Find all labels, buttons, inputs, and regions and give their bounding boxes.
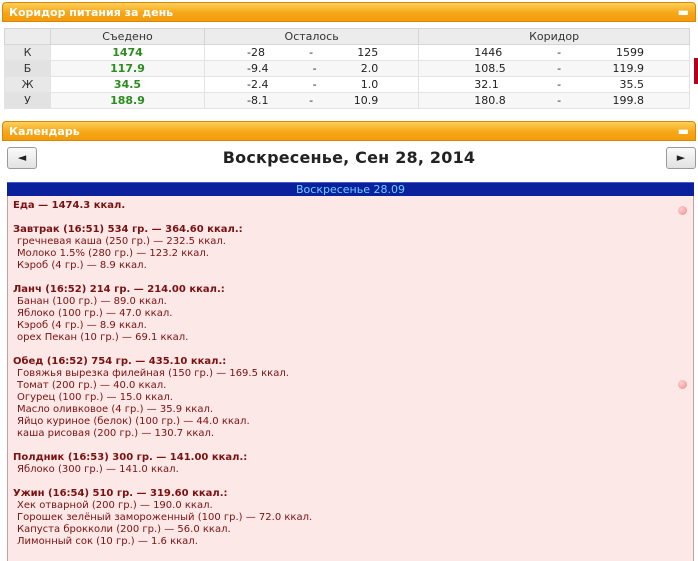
meal-list: Еда — 1474.3 ккал. Завтрак (16:51) 534 г… (13, 200, 312, 548)
meal-item[interactable]: Хек отварной (200 гр.) — 190.0 ккал. (13, 500, 312, 512)
eaten-value: 1474 (50, 44, 205, 61)
meal-item[interactable]: Яблоко (100 гр.) — 47.0 ккал. (13, 308, 312, 320)
calendar-panel-header: Календарь ▬ (2, 121, 696, 141)
meal-item[interactable]: Говяжья вырезка филейная (150 гр.) — 169… (13, 368, 312, 380)
meal-item[interactable]: Лимонный сок (10 гр.) — 1.6 ккал. (13, 536, 312, 548)
day-bar[interactable]: Воскресенье 28.09 (7, 182, 694, 196)
table-row: У 188.9 -8.1 - 10.9 180.8 - 199.8 (4, 92, 690, 109)
left-range: -2.4 - 1.0 (203, 76, 420, 93)
meal-block: Обед (16:52) 754 гр. — 435.10 ккал.: Говя… (13, 356, 312, 440)
meal-item[interactable]: гречневая каша (250 гр.) — 232.5 ккал. (13, 236, 312, 248)
range-separator: - (557, 78, 562, 91)
range-separator: - (309, 94, 314, 107)
table-row: Ж 34.5 -2.4 - 1.0 32.1 - 35.5 (4, 76, 690, 93)
left-range: -28 - 125 (203, 44, 420, 61)
next-day-button[interactable]: ► (666, 147, 696, 169)
eaten-value: 34.5 (50, 76, 205, 93)
meal-header[interactable]: Ужин (16:54) 510 гр. — 319.60 ккал.: (13, 488, 312, 500)
left-min: -9.4 (247, 62, 269, 75)
range-separator: - (557, 62, 562, 75)
corridor-range: 180.8 - 199.8 (418, 92, 690, 109)
corridor-max: 35.5 (619, 78, 645, 91)
left-max: 125 (357, 46, 379, 59)
meal-header[interactable]: Обед (16:52) 754 гр. — 435.10 ккал.: (13, 356, 312, 368)
corridor-max: 1599 (616, 46, 644, 59)
row-label: Б (4, 60, 51, 77)
meal-header[interactable]: Ланч (16:52) 214 гр. — 214.00 ккал.: (13, 284, 312, 296)
corridor-min: 32.1 (474, 78, 499, 91)
left-min: -2.4 (247, 78, 269, 91)
row-label-header (4, 28, 51, 45)
eaten-header: Съедено (50, 28, 205, 45)
corridor-range: 1446 - 1599 (418, 44, 690, 61)
left-range: -8.1 - 10.9 (203, 92, 420, 109)
meal-header[interactable]: Полдник (16:53) 300 гр. — 141.00 ккал.: (13, 452, 312, 464)
calendar-date-title: Воскресенье, Сен 28, 2014 (222, 148, 476, 167)
nutrition-table: Съедено Осталось Коридор К 1474 -28 - 125 144… (4, 28, 690, 109)
meal-item[interactable]: орех Пекан (10 гр.) — 69.1 ккал. (13, 332, 312, 344)
corridor-max: 119.9 (612, 62, 645, 75)
meal-block: Ужин (16:54) 510 гр. — 319.60 ккал.: Хек … (13, 488, 312, 548)
meal-item[interactable]: Банан (100 гр.) — 89.0 ккал. (13, 296, 312, 308)
meal-item[interactable]: Горошек зелёный замороженный (100 гр.) —… (13, 512, 312, 524)
range-separator: - (312, 62, 317, 75)
meal-block: Завтрак (16:51) 534 гр. — 364.60 ккал.: г… (13, 224, 312, 272)
corridor-range: 32.1 - 35.5 (418, 76, 690, 93)
meal-block: Полдник (16:53) 300 гр. — 141.00 ккал.: Я… (13, 452, 312, 476)
left-max: 2.0 (360, 62, 379, 75)
left-header: Осталось (203, 28, 420, 45)
left-max: 1.0 (360, 78, 379, 91)
eaten-value: 188.9 (50, 92, 205, 109)
corridor-range: 108.5 - 119.9 (418, 60, 690, 77)
apple-icon[interactable] (678, 380, 687, 389)
meal-item[interactable]: Яйцо куриное (белок) (100 гр.) — 44.0 кк… (13, 416, 312, 428)
range-separator: - (557, 94, 562, 107)
meal-item[interactable]: Томат (200 гр.) — 40.0 ккал. (13, 380, 312, 392)
collapse-icon[interactable]: ▬ (678, 6, 689, 18)
apple-icon[interactable] (678, 206, 687, 215)
prev-day-button[interactable]: ◄ (7, 147, 37, 169)
meal-item[interactable]: каша рисовая (200 гр.) — 130.7 ккал. (13, 428, 312, 440)
row-label: Ж (4, 76, 51, 93)
meal-item[interactable]: Огурец (100 гр.) — 15.0 ккал. (13, 392, 312, 404)
corridor-max: 199.8 (612, 94, 645, 107)
left-max: 10.9 (353, 94, 379, 107)
side-tab (694, 58, 698, 84)
food-total: Еда — 1474.3 ккал. (13, 200, 126, 211)
left-range: -9.4 - 2.0 (203, 60, 420, 77)
day-details: Еда — 1474.3 ккал. Завтрак (16:51) 534 г… (7, 196, 694, 561)
range-separator: - (312, 78, 317, 91)
meal-item[interactable]: Кэроб (4 гр.) — 8.9 ккал. (13, 260, 312, 272)
range-separator: - (557, 46, 562, 59)
calendar-panel-title: Календарь (9, 125, 80, 138)
meal-block: Ланч (16:52) 214 гр. — 214.00 ккал.: Бана… (13, 284, 312, 344)
corridor-header: Коридор (418, 28, 690, 45)
meal-item[interactable]: Молоко 1.5% (280 гр.) — 123.2 ккал. (13, 248, 312, 260)
row-label: У (4, 92, 51, 109)
corridor-min: 1446 (474, 46, 503, 59)
left-min: -28 (247, 46, 265, 59)
corridor-min: 108.5 (474, 62, 506, 75)
nutrition-panel-header: Коридор питания за день ▬ (2, 2, 696, 22)
corridor-min: 180.8 (474, 94, 506, 107)
meal-header[interactable]: Завтрак (16:51) 534 гр. — 364.60 ккал.: (13, 224, 312, 236)
meal-item[interactable]: Кэроб (4 гр.) — 8.9 ккал. (13, 320, 312, 332)
meal-item[interactable]: Яблоко (300 гр.) — 141.0 ккал. (13, 464, 312, 476)
left-min: -8.1 (247, 94, 269, 107)
table-row: К 1474 -28 - 125 1446 - 1599 (4, 44, 690, 61)
table-row: Б 117.9 -9.4 - 2.0 108.5 - 119.9 (4, 60, 690, 77)
range-separator: - (309, 46, 314, 59)
collapse-icon[interactable]: ▬ (678, 125, 689, 137)
eaten-value: 117.9 (50, 60, 205, 77)
row-label: К (4, 44, 51, 61)
meal-item[interactable]: Капуста брокколи (200 гр.) — 56.0 ккал. (13, 524, 312, 536)
meal-item[interactable]: Масло оливковое (4 гр.) — 35.9 ккал. (13, 404, 312, 416)
nutrition-panel-title: Коридор питания за день (9, 6, 174, 19)
